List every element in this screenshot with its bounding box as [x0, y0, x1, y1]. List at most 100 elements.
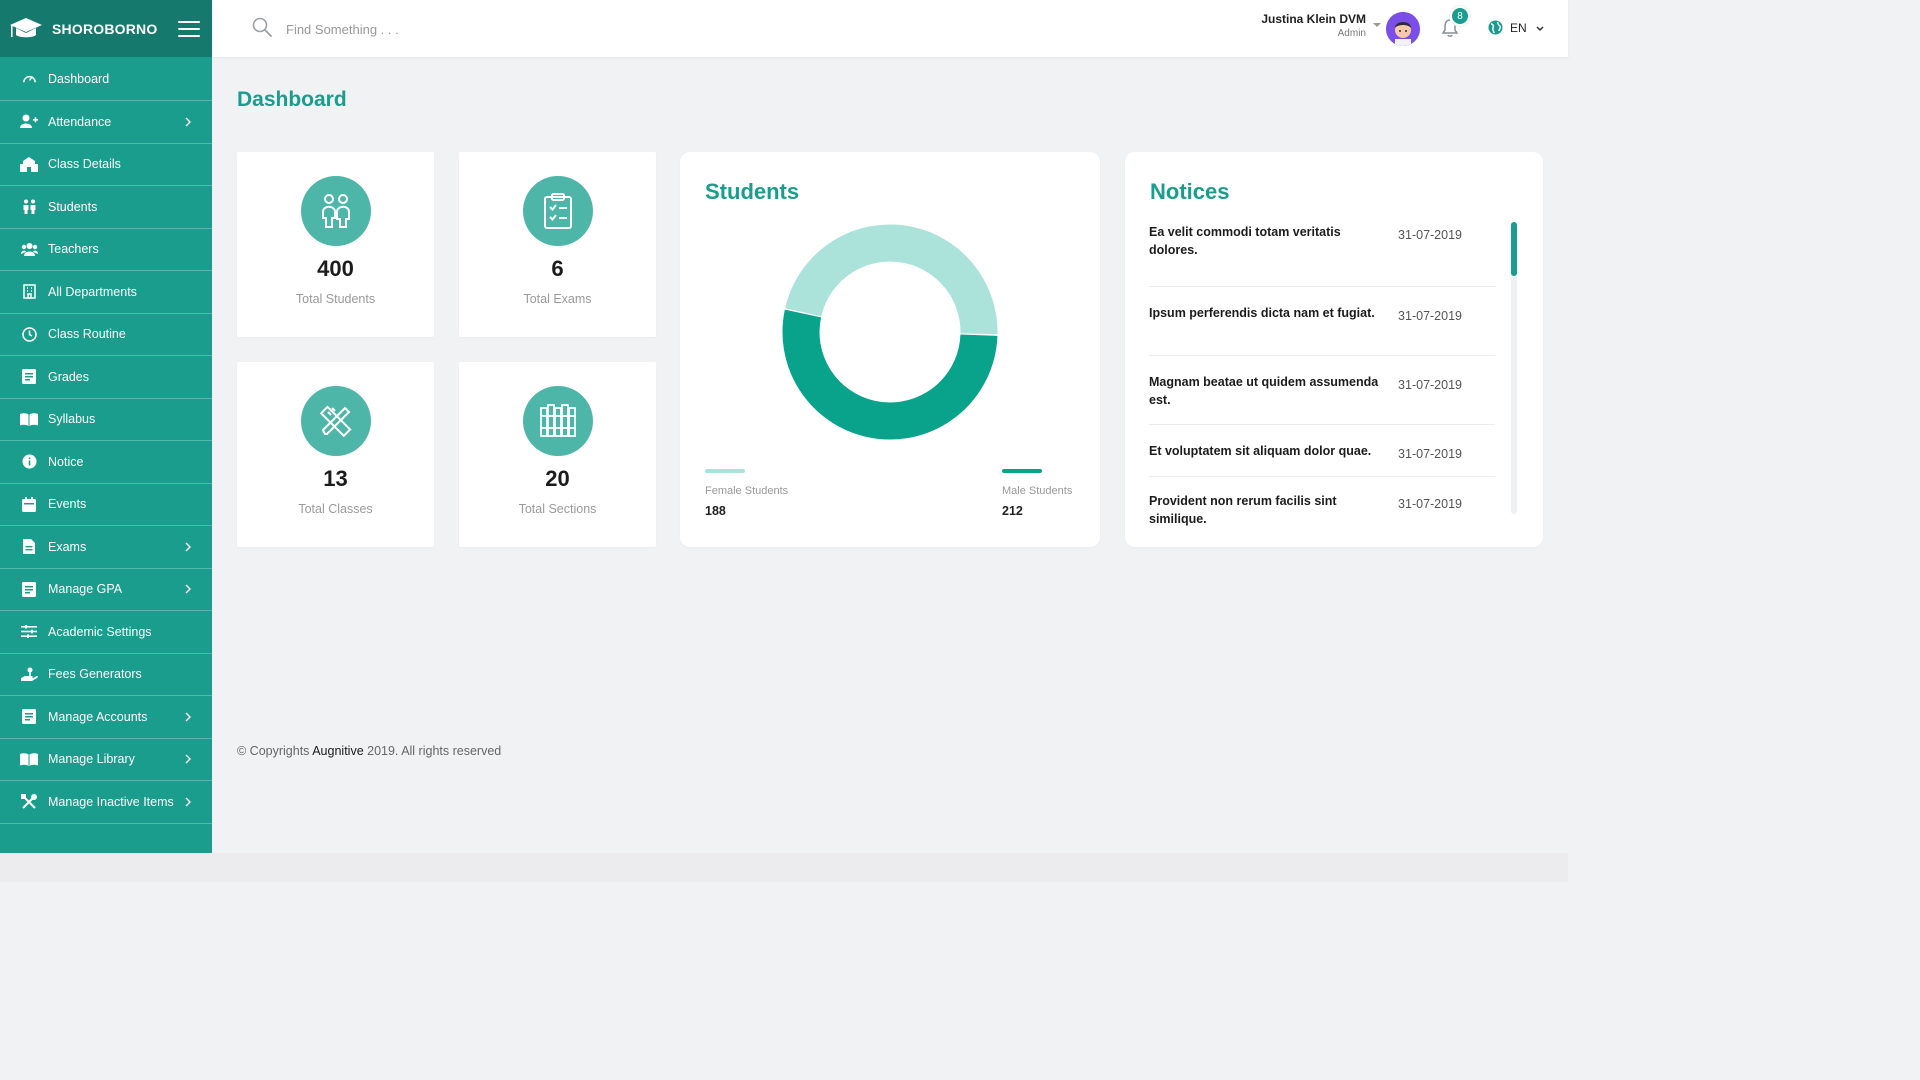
sidebar-item-label: Syllabus — [48, 412, 96, 427]
library-icon — [20, 751, 38, 767]
user-plus-icon — [20, 114, 38, 130]
sidebar-item-manage-accounts[interactable]: Manage Accounts — [0, 696, 212, 739]
notices-panel-title: Notices — [1150, 179, 1230, 204]
notice-text: Provident non rerum facilis sint similiq… — [1149, 494, 1337, 526]
globe-icon — [1488, 20, 1503, 35]
sidebar-item-label: Class Details — [48, 157, 121, 172]
sidebar-item-manage-gpa[interactable]: Manage GPA — [0, 569, 212, 611]
sidebar-item-label: Manage Inactive Items — [48, 794, 174, 809]
chevron-down-icon — [1535, 23, 1545, 33]
clock-icon — [20, 326, 38, 342]
sidebar-item-label: Exams — [48, 539, 87, 554]
notice-item[interactable]: Et voluptatem sit aliquam dolor quae. 31-… — [1149, 425, 1495, 477]
footer-company-link[interactable]: Augnitive — [312, 744, 363, 758]
teachers-icon — [20, 241, 38, 257]
notice-scrollbar-thumb[interactable] — [1511, 222, 1517, 276]
stat-value: 400 — [317, 256, 354, 281]
stat-value: 20 — [545, 466, 570, 491]
book-open-icon — [20, 411, 38, 427]
sidebar-item-label: Notice — [48, 454, 84, 469]
user-role: Admin — [1337, 28, 1366, 39]
language-selector[interactable]: EN — [1488, 20, 1545, 35]
female-legend-value: 188 — [705, 504, 726, 518]
notice-item[interactable]: Magnam beatae ut quidem assumenda est. 31… — [1149, 356, 1495, 425]
sidebar-item-label: Academic Settings — [48, 624, 152, 639]
sidebar-item-attendance[interactable]: Attendance — [0, 101, 212, 144]
stat-label: Total Exams — [523, 292, 592, 306]
sidebar-item-exams[interactable]: Exams — [0, 526, 212, 569]
stat-card-students[interactable]: 400 Total Students — [237, 152, 434, 337]
sidebar-nav: Dashboard Attendance Class Details Students… — [0, 57, 212, 824]
notice-text: Ipsum perferendis dicta nam et fugiat. — [1149, 306, 1375, 320]
clipboard-check-icon — [522, 176, 593, 246]
notice-text: Et voluptatem sit aliquam dolor quae. — [1149, 444, 1372, 458]
user-info[interactable]: Justina Klein DVM Admin — [1261, 12, 1366, 39]
female-legend-label: Female Students — [705, 485, 789, 497]
sidebar-item-label: Manage GPA — [48, 582, 123, 597]
chevron-right-icon — [182, 796, 194, 808]
sidebar-item-manage-inactive-items[interactable]: Manage Inactive Items — [0, 781, 212, 824]
top-header: Justina Klein DVM Admin 8 EN — [212, 0, 1568, 57]
notice-date: 31-07-2019 — [1398, 497, 1462, 511]
brand-bar: SHOROBORNO — [0, 0, 212, 57]
sidebar-item-notice[interactable]: Notice — [0, 441, 212, 484]
ruler-pencil-icon — [300, 386, 371, 456]
gpa-icon — [20, 581, 38, 597]
sidebar-item-class-routine[interactable]: Class Routine — [0, 314, 212, 356]
sidebar-item-label: All Departments — [48, 284, 137, 299]
user-menu-caret-icon[interactable] — [1372, 17, 1382, 27]
hand-coin-icon — [20, 666, 38, 682]
students-pair-icon — [300, 176, 371, 246]
sidebar-item-grades[interactable]: Grades — [0, 356, 212, 399]
sidebar-item-manage-library[interactable]: Manage Library — [0, 739, 212, 781]
male-legend-value: 212 — [1002, 504, 1023, 518]
footer: © Copyrights Augnitive 2019. All rights … — [237, 744, 501, 758]
stat-card-classes[interactable]: 13 Total Classes — [237, 362, 434, 547]
chevron-right-icon — [182, 753, 194, 765]
sidebar-item-events[interactable]: Events — [0, 484, 212, 526]
sidebar-item-students[interactable]: Students — [0, 186, 212, 229]
sidebar-item-class-details[interactable]: Class Details — [0, 144, 212, 186]
graduation-cap-icon — [8, 15, 44, 43]
notice-date: 31-07-2019 — [1398, 228, 1462, 242]
sliders-icon — [20, 624, 38, 640]
stat-value: 6 — [551, 256, 564, 281]
footer-suffix: 2019. All rights reserved — [363, 744, 502, 758]
sidebar-item-teachers[interactable]: Teachers — [0, 229, 212, 271]
male-legend-label: Male Students — [1002, 485, 1073, 497]
sidebar-item-label: Attendance — [48, 114, 112, 129]
sidebar-item-dashboard[interactable]: Dashboard — [0, 57, 212, 101]
sidebar-item-fees-generators[interactable]: Fees Generators — [0, 654, 212, 696]
notice-item[interactable]: Ea velit commodi totam veritatis dolores… — [1149, 218, 1495, 287]
books-shelf-icon — [522, 386, 593, 456]
sidebar-item-label: Fees Generators — [48, 667, 142, 682]
chevron-right-icon — [182, 711, 194, 723]
stat-card-sections[interactable]: 20 Total Sections — [459, 362, 656, 547]
notification-badge[interactable]: 8 — [1450, 6, 1470, 26]
notice-list: Ea velit commodi totam veritatis dolores… — [1149, 218, 1495, 546]
chevron-right-icon — [182, 583, 194, 595]
page-title: Dashboard — [237, 88, 347, 111]
sidebar-item-label: Events — [48, 497, 87, 512]
sidebar-item-academic-settings[interactable]: Academic Settings — [0, 611, 212, 654]
notices-panel: Notices Ea velit commodi totam veritatis… — [1125, 152, 1543, 547]
stat-card-exams[interactable]: 6 Total Exams — [459, 152, 656, 337]
search-input[interactable] — [286, 22, 526, 37]
avatar[interactable] — [1386, 12, 1420, 46]
notice-item[interactable]: Provident non rerum facilis sint similiq… — [1149, 477, 1495, 546]
sidebar-item-label: Manage Accounts — [48, 709, 148, 724]
sidebar-item-syllabus[interactable]: Syllabus — [0, 399, 212, 441]
language-label: EN — [1510, 20, 1527, 35]
grades-icon — [20, 369, 38, 385]
notice-item[interactable]: Ipsum perferendis dicta nam et fugiat. 31… — [1149, 287, 1495, 356]
exam-file-icon — [20, 539, 38, 555]
menu-toggle-icon[interactable] — [178, 20, 200, 37]
sidebar-item-label: Students — [48, 199, 98, 214]
notice-text: Ea velit commodi totam veritatis dolores… — [1149, 225, 1341, 257]
sidebar-item-all-departments[interactable]: All Departments — [0, 271, 212, 314]
search-icon[interactable] — [252, 17, 272, 42]
calendar-icon — [20, 496, 38, 512]
school-icon — [20, 156, 38, 172]
sidebar-item-label: Teachers — [48, 242, 99, 257]
stat-label: Total Classes — [298, 502, 373, 516]
